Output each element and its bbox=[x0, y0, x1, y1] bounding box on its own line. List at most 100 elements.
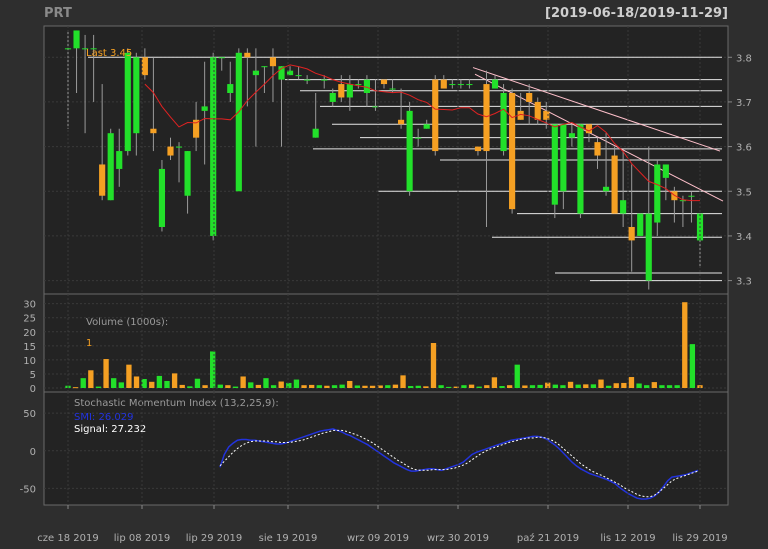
volume-bar bbox=[255, 384, 262, 388]
volume-bar bbox=[491, 377, 498, 388]
candle-body bbox=[585, 124, 593, 134]
candle-body bbox=[560, 124, 567, 192]
volume-title: Volume (1000s): bbox=[86, 317, 168, 328]
candle-body bbox=[389, 88, 396, 90]
candle-body bbox=[423, 124, 430, 129]
volume-bar bbox=[103, 359, 109, 388]
candle-body bbox=[611, 155, 618, 214]
volume-bar bbox=[628, 377, 635, 388]
candle-body bbox=[295, 75, 302, 77]
volume-bar bbox=[621, 382, 627, 388]
volume-bar bbox=[263, 378, 269, 388]
volume-bar bbox=[72, 387, 79, 389]
volume-bar bbox=[217, 384, 223, 388]
candle-body bbox=[150, 128, 157, 134]
volume-bar bbox=[156, 375, 163, 388]
volume-bar bbox=[514, 364, 520, 388]
volume-bar bbox=[583, 384, 589, 388]
candle-body bbox=[312, 128, 319, 138]
volume-bar bbox=[430, 343, 437, 388]
volume-bar bbox=[605, 385, 612, 388]
volume-tick-label: 20 bbox=[23, 328, 36, 339]
candle-body bbox=[141, 57, 148, 76]
candle-body bbox=[133, 57, 140, 134]
volume-bar bbox=[293, 379, 300, 388]
volume-tick-label: 5 bbox=[30, 370, 36, 381]
candle-body bbox=[474, 146, 482, 152]
volume-bar bbox=[666, 385, 673, 388]
volume-bar bbox=[149, 381, 155, 388]
volume-bar bbox=[537, 384, 543, 388]
volume-bar bbox=[362, 385, 368, 388]
candle-body bbox=[440, 79, 447, 89]
candle-body bbox=[184, 151, 191, 196]
candle-body bbox=[64, 48, 72, 50]
candle-body bbox=[304, 79, 311, 81]
candle-body bbox=[432, 79, 439, 152]
candle-body bbox=[329, 93, 336, 102]
price-tick-label: 3.8 bbox=[736, 53, 752, 64]
volume-bar bbox=[278, 381, 284, 388]
candle-body bbox=[218, 57, 225, 59]
volume-tick-label: 15 bbox=[23, 342, 36, 353]
candle-body bbox=[526, 93, 533, 102]
volume-bar bbox=[613, 383, 619, 388]
volume-bar bbox=[423, 386, 429, 388]
volume-tick-label: 10 bbox=[23, 356, 36, 367]
last-price-label: Last 3.45 bbox=[86, 48, 132, 59]
volume-bar bbox=[339, 384, 345, 388]
x-tick-label: wrz 09 2019 bbox=[347, 533, 409, 544]
chart-svg: 3.83.73.63.53.43.3Last 3.45302520151050V… bbox=[20, 25, 752, 544]
volume-bar bbox=[210, 351, 216, 388]
volume-bar bbox=[301, 385, 307, 388]
volume-last-value: 1 bbox=[86, 338, 92, 349]
candle-body bbox=[158, 168, 166, 227]
candle-body bbox=[261, 66, 268, 68]
volume-bar bbox=[95, 386, 102, 388]
candle-body bbox=[577, 124, 584, 214]
candle-body bbox=[594, 142, 601, 156]
candle-body bbox=[201, 106, 208, 111]
volume-bar bbox=[659, 385, 665, 388]
volume-bar bbox=[476, 386, 482, 388]
candle-body bbox=[252, 70, 259, 76]
smi-value-label: SMI: 26.029 bbox=[74, 412, 133, 423]
candle-body bbox=[449, 84, 456, 86]
candle-body bbox=[73, 30, 80, 49]
x-tick-label: wrz 30 2019 bbox=[427, 533, 489, 544]
candle-body bbox=[466, 84, 473, 86]
candle-body bbox=[175, 146, 183, 148]
date-range: [2019-06-18/2019-11-29] bbox=[545, 6, 728, 21]
volume-bar bbox=[179, 384, 185, 388]
candle-body bbox=[235, 52, 242, 192]
volume-bar bbox=[347, 380, 353, 388]
volume-bar bbox=[499, 386, 505, 388]
volume-bar bbox=[461, 385, 467, 388]
price-tick-label: 3.6 bbox=[736, 143, 752, 154]
candle-body bbox=[457, 84, 464, 86]
smi-tick-label: 50 bbox=[23, 409, 36, 420]
volume-bar bbox=[644, 385, 650, 388]
volume-bar bbox=[171, 373, 178, 388]
smi-tick-label: 0 bbox=[30, 447, 36, 458]
volume-bar bbox=[126, 364, 132, 388]
panel-frame-2 bbox=[43, 293, 729, 393]
volume-bar bbox=[468, 384, 475, 388]
candle-body bbox=[483, 84, 490, 152]
volume-bar bbox=[560, 385, 566, 388]
volume-bar bbox=[674, 385, 680, 388]
candle-body bbox=[99, 164, 106, 196]
volume-bar bbox=[232, 386, 239, 388]
volume-bar bbox=[187, 386, 193, 388]
candle-body bbox=[534, 101, 541, 120]
volume-bar bbox=[286, 382, 292, 388]
candle-body bbox=[628, 227, 635, 241]
x-tick-label: lis 12 2019 bbox=[600, 533, 655, 544]
volume-bar bbox=[164, 380, 170, 388]
volume-bar bbox=[407, 386, 414, 388]
candle-body bbox=[355, 84, 362, 86]
candle-body bbox=[338, 84, 345, 98]
volume-bar bbox=[392, 384, 399, 388]
candle-body bbox=[654, 164, 661, 223]
volume-bar bbox=[529, 385, 536, 388]
